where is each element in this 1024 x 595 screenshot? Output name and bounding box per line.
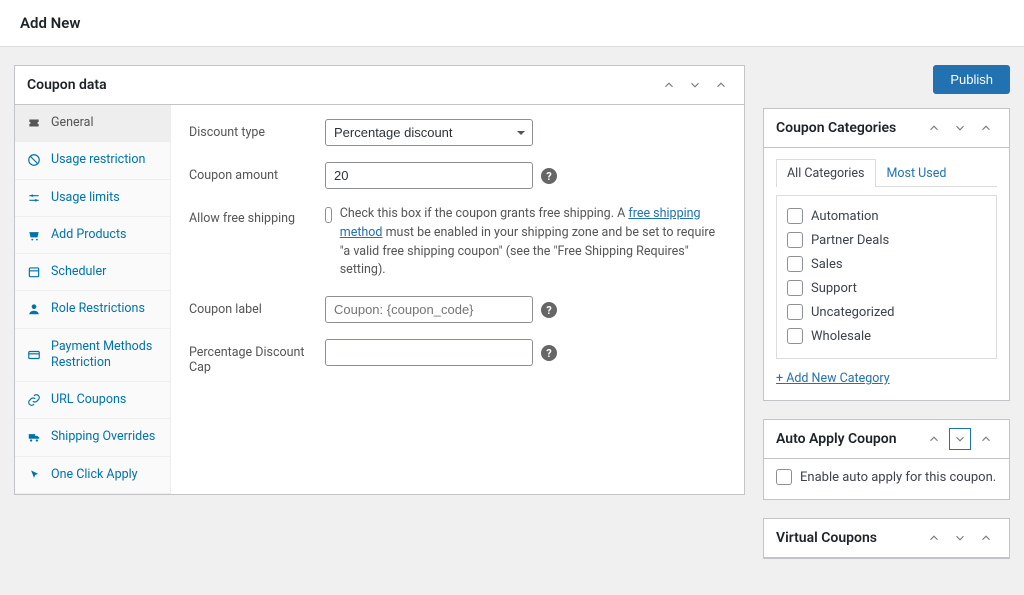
auto-apply-row[interactable]: Enable auto apply for this coupon.	[776, 469, 997, 485]
tab-usage-limits[interactable]: Usage limits	[15, 180, 170, 217]
category-checkbox[interactable]	[787, 256, 803, 272]
category-checkbox[interactable]	[787, 304, 803, 320]
truck-icon	[27, 430, 41, 444]
ticket-icon	[27, 116, 41, 130]
panel-handle-actions	[658, 74, 732, 96]
credit-card-icon	[27, 348, 41, 362]
category-item[interactable]: Partner Deals	[787, 228, 986, 252]
tab-shipping-overrides[interactable]: Shipping Overrides	[15, 419, 170, 456]
category-item[interactable]: Automation	[787, 204, 986, 228]
category-checkbox[interactable]	[787, 208, 803, 224]
tab-usage-restriction[interactable]: Usage restriction	[15, 142, 170, 179]
coupon-data-title: Coupon data	[27, 77, 107, 93]
ban-icon	[27, 153, 41, 167]
move-down-icon[interactable]	[949, 527, 971, 549]
category-item[interactable]: Sales	[787, 252, 986, 276]
tab-scheduler[interactable]: Scheduler	[15, 254, 170, 291]
percentage-cap-input[interactable]	[325, 339, 533, 366]
move-up-icon[interactable]	[923, 527, 945, 549]
general-panel: Discount type Percentage discount Coupon…	[171, 105, 744, 494]
allow-free-shipping-checkbox[interactable]	[325, 207, 332, 223]
toggle-icon[interactable]	[975, 428, 997, 450]
help-icon[interactable]: ?	[541, 168, 557, 184]
link-icon	[27, 393, 41, 407]
publish-button[interactable]: Publish	[933, 65, 1010, 94]
tab-add-products[interactable]: Add Products	[15, 217, 170, 254]
auto-apply-title: Auto Apply Coupon	[776, 431, 897, 447]
category-item[interactable]: Support	[787, 276, 986, 300]
tab-general[interactable]: General	[15, 105, 170, 142]
coupon-tabs: General Usage restriction Usage limits A…	[15, 105, 171, 494]
discount-type-select[interactable]: Percentage discount	[325, 119, 533, 146]
move-up-icon[interactable]	[923, 117, 945, 139]
help-icon[interactable]: ?	[541, 302, 557, 318]
coupon-amount-input[interactable]	[325, 162, 533, 189]
move-up-icon[interactable]	[923, 428, 945, 450]
tab-role-restrictions[interactable]: Role Restrictions	[15, 291, 170, 328]
move-down-icon[interactable]	[949, 428, 971, 450]
category-list: Automation Partner Deals Sales Support U…	[776, 195, 997, 359]
cat-tab-all[interactable]: All Categories	[776, 159, 876, 187]
category-item[interactable]: Uncategorized	[787, 300, 986, 324]
coupon-label-input[interactable]	[325, 296, 533, 323]
coupon-data-panel: Coupon data General Usage restriction	[14, 65, 745, 495]
page-title: Add New	[20, 14, 1004, 32]
category-item[interactable]: Wholesale	[787, 324, 986, 348]
coupon-label-label: Coupon label	[189, 296, 317, 317]
auto-apply-panel: Auto Apply Coupon Enable auto apply for …	[763, 419, 1010, 500]
allow-free-shipping-description: Check this box if the coupon grants free…	[340, 205, 726, 280]
user-icon	[27, 302, 41, 316]
cat-tab-most-used[interactable]: Most Used	[876, 159, 958, 187]
auto-apply-checkbox[interactable]	[776, 469, 792, 485]
page-header: Add New	[0, 0, 1024, 47]
coupon-categories-panel: Coupon Categories All Categories Most Us…	[763, 108, 1010, 401]
move-down-icon[interactable]	[684, 74, 706, 96]
discount-type-label: Discount type	[189, 119, 317, 140]
toggle-icon[interactable]	[710, 74, 732, 96]
toggle-icon[interactable]	[975, 117, 997, 139]
toggle-icon[interactable]	[975, 527, 997, 549]
move-up-icon[interactable]	[658, 74, 680, 96]
tab-payment-methods[interactable]: Payment Methods Restriction	[15, 329, 170, 383]
pointer-icon	[27, 468, 41, 482]
virtual-coupons-title: Virtual Coupons	[776, 530, 877, 546]
cart-icon	[27, 228, 41, 242]
add-new-category-link[interactable]: + Add New Category	[776, 371, 890, 386]
sliders-icon	[27, 191, 41, 205]
calendar-icon	[27, 265, 41, 279]
tab-url-coupons[interactable]: URL Coupons	[15, 382, 170, 419]
category-checkbox[interactable]	[787, 328, 803, 344]
help-icon[interactable]: ?	[541, 345, 557, 361]
virtual-coupons-panel: Virtual Coupons	[763, 518, 1010, 559]
allow-free-shipping-label: Allow free shipping	[189, 205, 317, 226]
tab-one-click-apply[interactable]: One Click Apply	[15, 457, 170, 494]
percentage-cap-label: Percentage Discount Cap	[189, 339, 317, 375]
category-checkbox[interactable]	[787, 232, 803, 248]
move-down-icon[interactable]	[949, 117, 971, 139]
coupon-categories-title: Coupon Categories	[776, 120, 896, 136]
category-checkbox[interactable]	[787, 280, 803, 296]
coupon-amount-label: Coupon amount	[189, 162, 317, 183]
